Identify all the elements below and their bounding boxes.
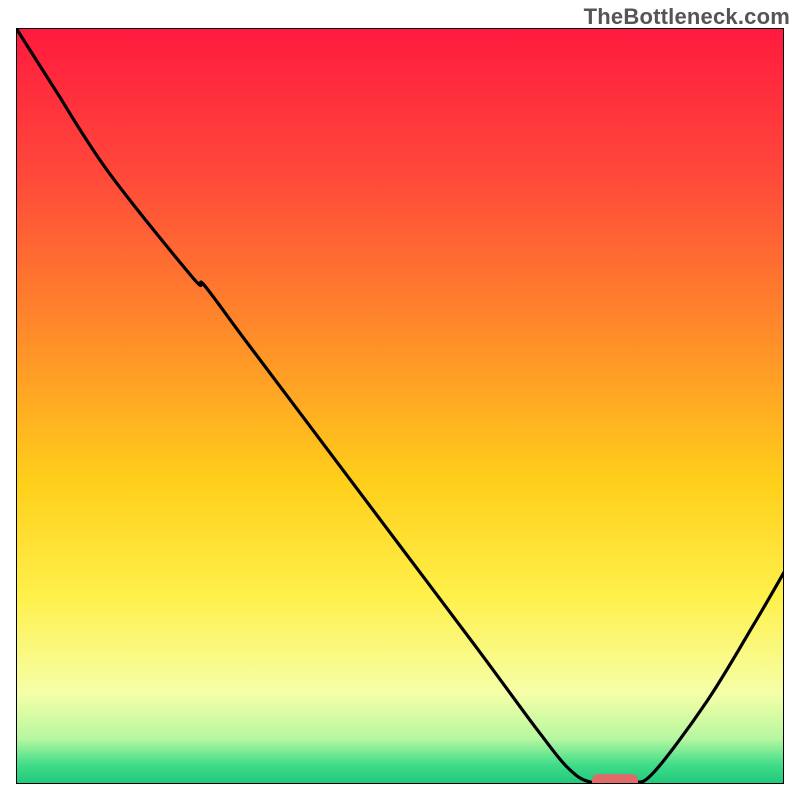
minimum-marker: [592, 774, 638, 784]
gradient-background: [16, 28, 784, 784]
chart-stage: TheBottleneck.com: [0, 0, 800, 800]
watermark-text: TheBottleneck.com: [584, 4, 790, 30]
bottleneck-chart: [16, 28, 784, 784]
plot-area: [16, 28, 784, 784]
